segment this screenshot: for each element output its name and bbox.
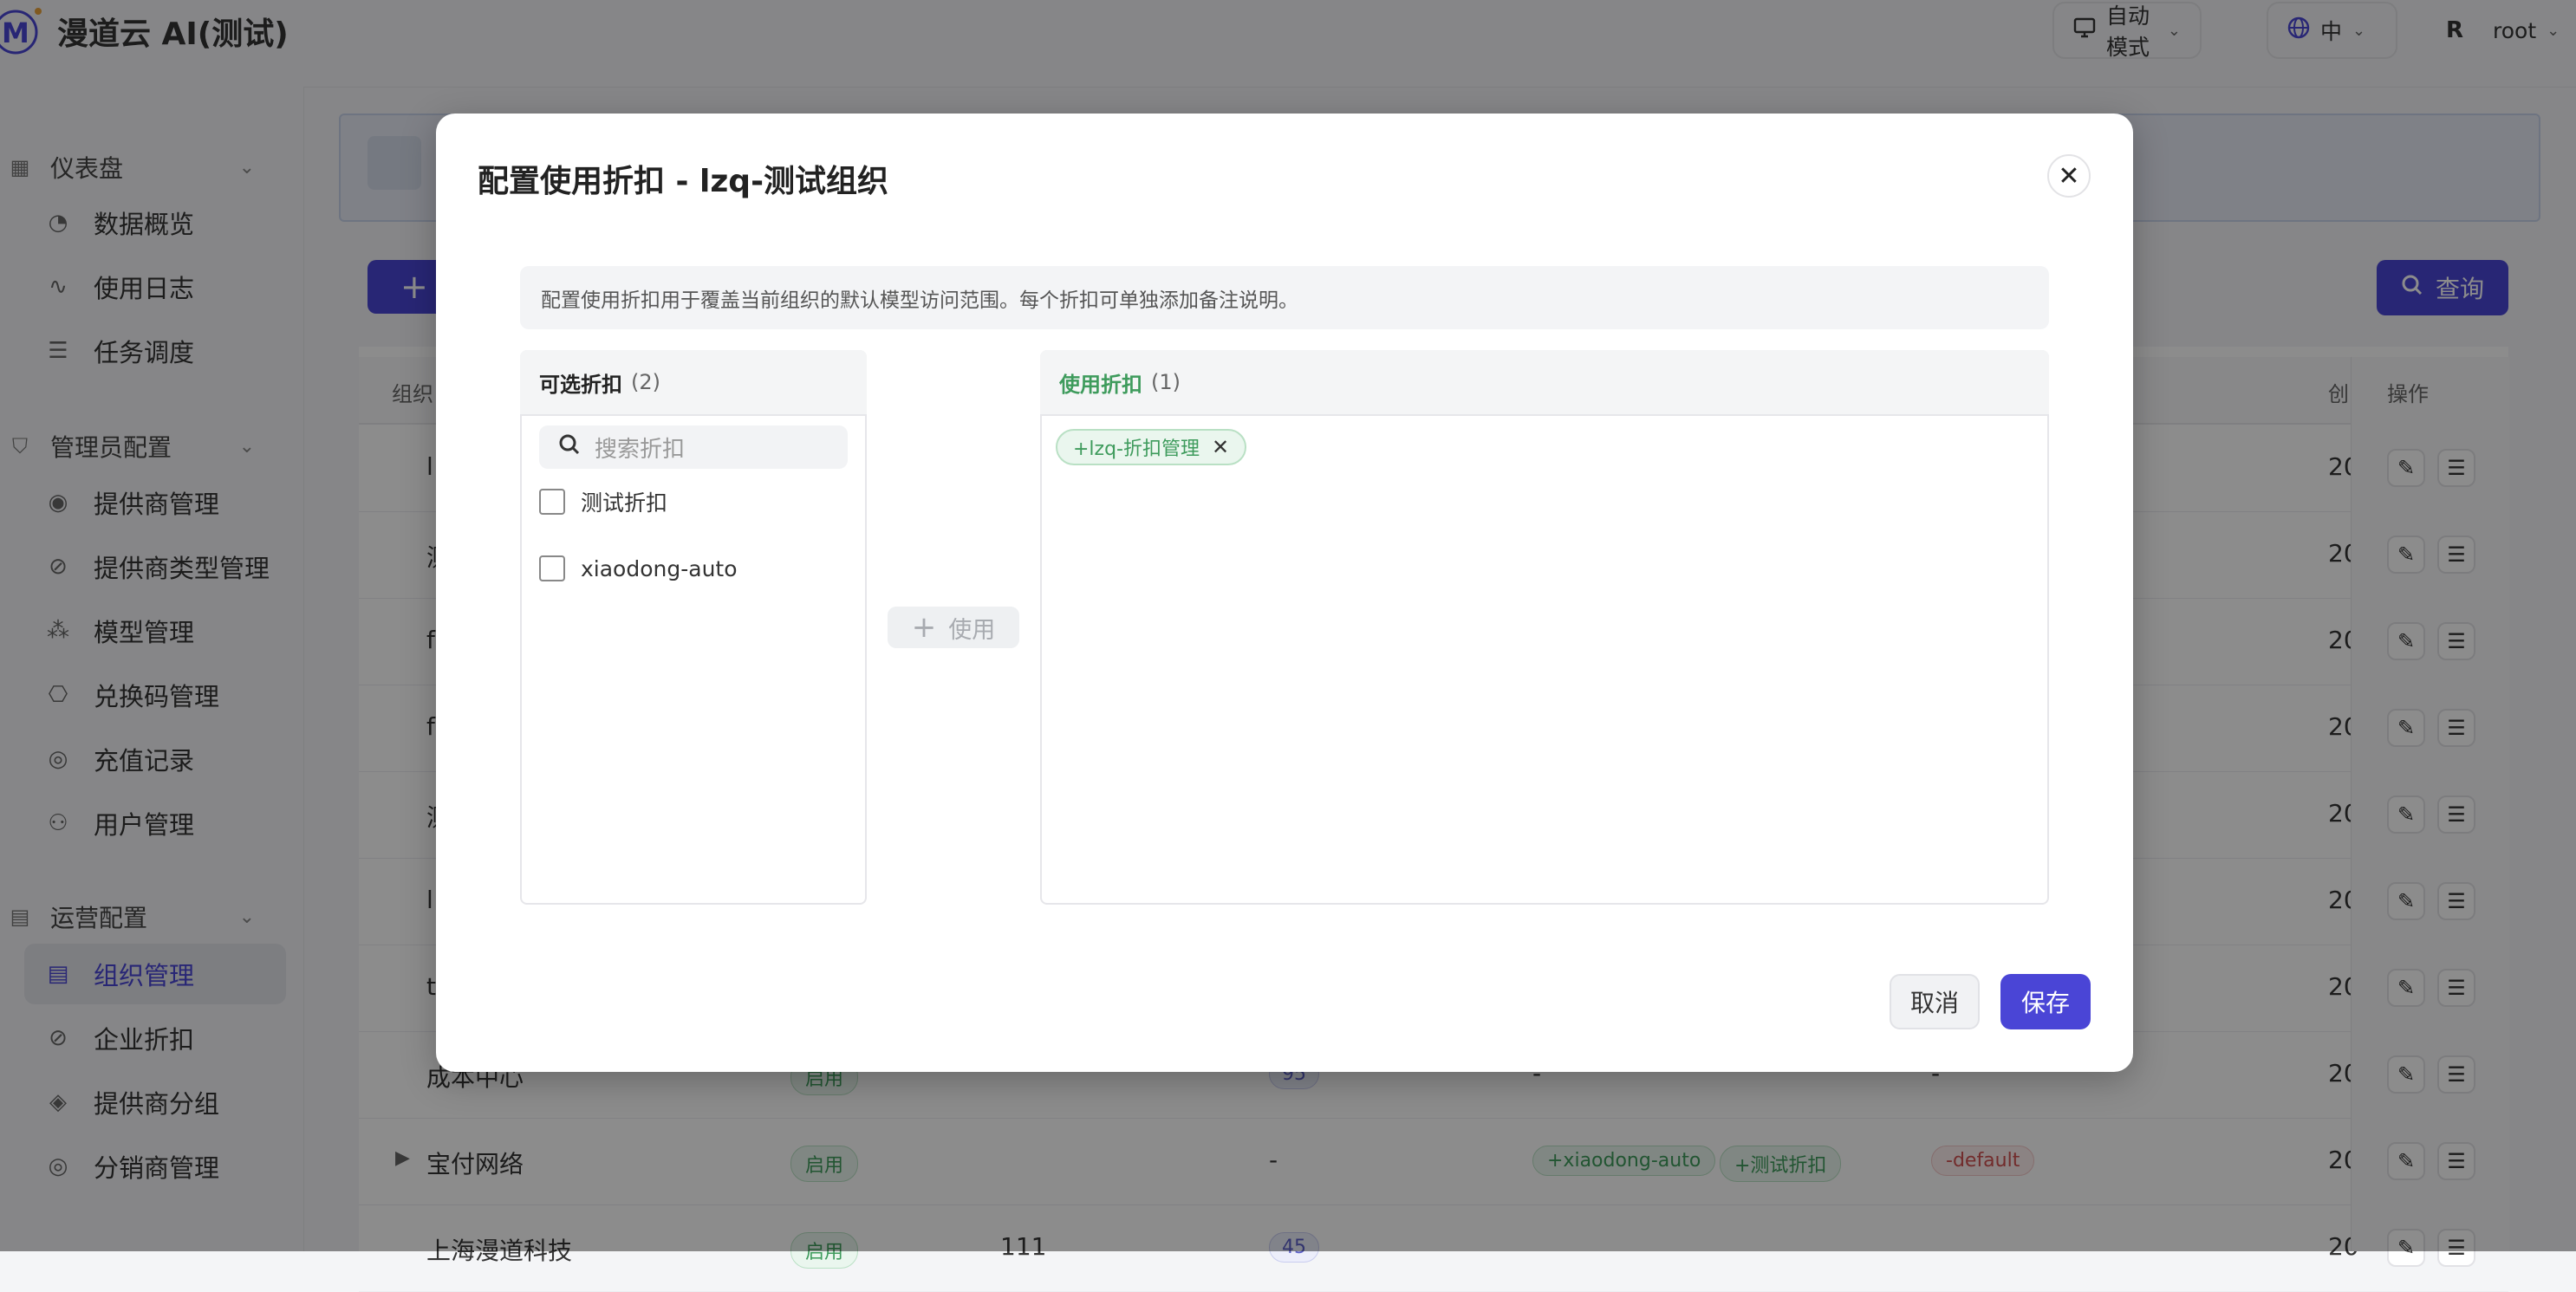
discount-search-input[interactable]: 搜索折扣: [539, 425, 848, 469]
close-icon: ✕: [2058, 160, 2080, 192]
plus-icon: +: [911, 610, 937, 645]
selected-panel-header: 使用折扣 (1): [1040, 350, 2049, 416]
dialog-notice: 配置使用折扣用于覆盖当前组织的默认模型访问范围。每个折扣可单独添加备注说明。: [520, 266, 2049, 329]
available-item-label: 测试折扣: [581, 490, 668, 516]
cancel-button[interactable]: 取消: [1890, 974, 1980, 1029]
checkbox[interactable]: [539, 489, 565, 515]
available-item-label: xiaodong-auto: [581, 555, 738, 581]
available-item[interactable]: xiaodong-auto: [539, 555, 738, 581]
available-item[interactable]: 测试折扣: [539, 486, 667, 517]
checkbox[interactable]: [539, 555, 565, 581]
dialog-title: 配置使用折扣 - lzq-测试组织: [478, 164, 889, 199]
use-button-label: 使用: [948, 616, 996, 644]
search-placeholder: 搜索折扣: [595, 436, 686, 463]
remove-chip-icon[interactable]: ✕: [1212, 435, 1229, 459]
selected-discount-chip: +lzq-折扣管理 ✕: [1056, 429, 1247, 465]
close-button[interactable]: ✕: [2047, 154, 2091, 198]
search-icon: [558, 433, 581, 462]
available-panel-title: 可选折扣: [539, 372, 622, 397]
available-panel-header: 可选折扣 (2): [520, 350, 867, 416]
chip-label: +lzq-折扣管理: [1073, 438, 1200, 460]
available-count: (2): [631, 370, 660, 394]
use-discount-button[interactable]: + 使用: [888, 607, 1019, 648]
selected-count: (1): [1151, 370, 1181, 394]
selected-panel-title: 使用折扣: [1059, 372, 1142, 397]
save-button[interactable]: 保存: [2000, 974, 2091, 1029]
